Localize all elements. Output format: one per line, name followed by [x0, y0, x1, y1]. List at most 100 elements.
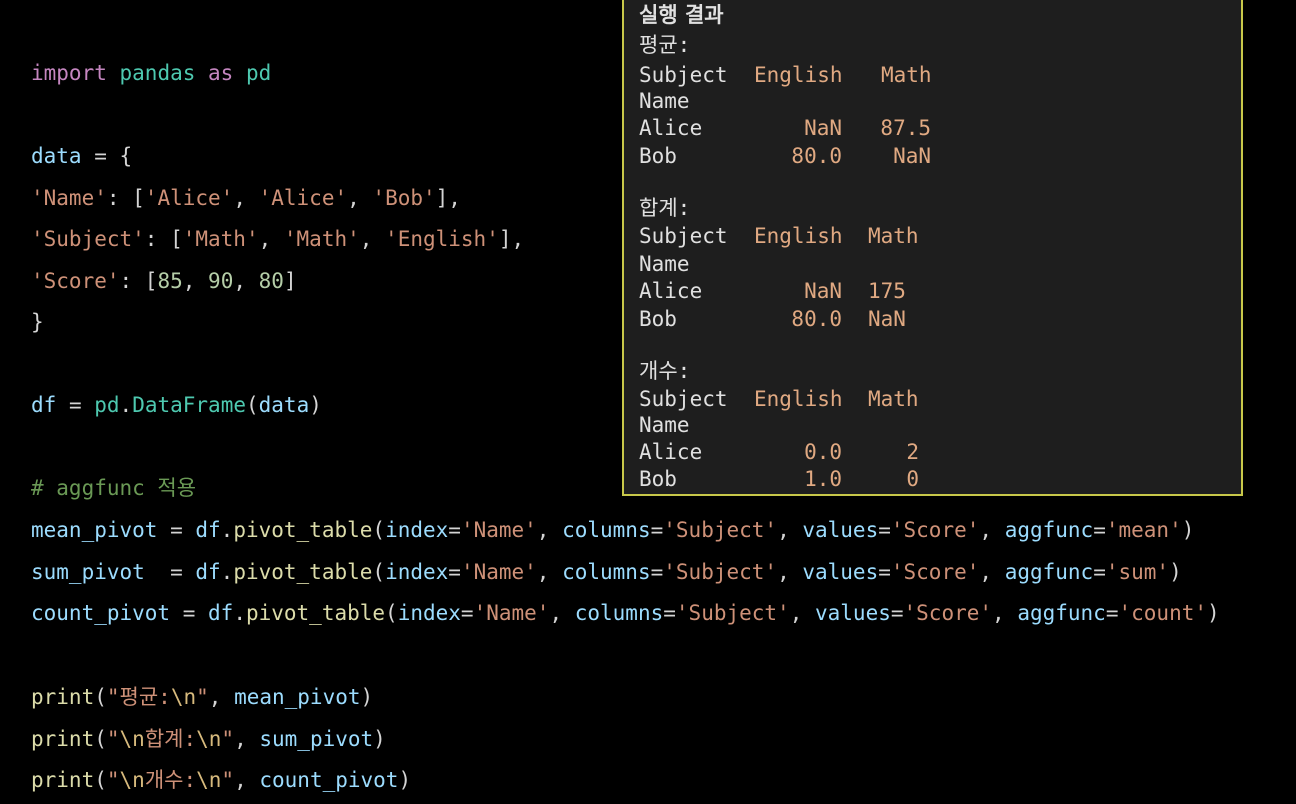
code-token: 'Name' [473, 601, 550, 625]
code-token: ], [498, 227, 525, 251]
code-token: 'Score' [903, 601, 993, 625]
cell-value: 2 [906, 440, 919, 464]
code-token: = [878, 560, 891, 584]
code-token: ] [283, 269, 297, 293]
code-token: pandas [119, 61, 196, 85]
table-row: Alice 0.0 2 [639, 439, 919, 466]
code-token: aggfunc [1004, 518, 1094, 542]
code-token: "평균: [106, 685, 171, 709]
row-label: Bob [639, 307, 677, 331]
code-token: : [ [119, 269, 158, 293]
code-token: index [385, 560, 449, 584]
row-label: Alice [639, 279, 703, 303]
code-token: data [31, 144, 82, 168]
code-token: = [56, 393, 95, 417]
code-token: 'count' [1118, 601, 1208, 625]
code-token: ( [94, 768, 107, 792]
code-line-print-sum: print("\n합계:\n", sum_pivot) [31, 724, 386, 754]
code-token: mean_pivot [31, 518, 158, 542]
code-token: pd [94, 393, 120, 417]
code-token: , [789, 601, 815, 625]
code-token: " [106, 727, 120, 751]
header-label: Subject [639, 224, 728, 248]
code-token: " [106, 768, 120, 792]
sum-header-row: Subject English Math [639, 223, 919, 250]
code-line-data-close: } [31, 307, 44, 337]
cell-value: NaN [804, 279, 842, 303]
code-token: = { [81, 144, 133, 168]
code-token: sum_pivot [259, 727, 374, 751]
code-token: ( [372, 518, 386, 542]
code-token: ) [373, 727, 386, 751]
code-line-import: import pandas as pd [31, 58, 271, 88]
row-label: Bob [639, 467, 677, 491]
code-token: . [119, 393, 133, 417]
code-token: = [1105, 601, 1119, 625]
code-token: values [802, 560, 879, 584]
code-token: columns [574, 601, 664, 625]
code-token: count_pivot [259, 768, 399, 792]
code-token: import [31, 61, 107, 85]
mean-header-row: Subject English Math [639, 62, 932, 89]
code-line-name: 'Name': ['Alice', 'Alice', 'Bob'], [31, 183, 461, 213]
code-token: , [549, 601, 575, 625]
cell-value: 1.0 [804, 467, 842, 491]
code-token: = [878, 518, 891, 542]
code-token: aggfunc [1004, 560, 1094, 584]
code-token: ) [309, 393, 322, 417]
code-token: ( [94, 685, 107, 709]
code-comment: # aggfunc 적용 [31, 476, 197, 500]
code-token: } [31, 310, 44, 334]
sum-heading: 합계: [639, 196, 691, 220]
code-token: 'Math' [283, 227, 360, 251]
cell-value: 80.0 [791, 144, 842, 168]
code-token: " [221, 768, 235, 792]
code-token: index [385, 518, 449, 542]
code-line-data-open: data = { [31, 141, 132, 171]
code-token: print [31, 685, 95, 709]
code-line-print-count: print("\n개수:\n", count_pivot) [31, 765, 411, 795]
code-token: 'Score' [890, 518, 980, 542]
code-token: , [182, 269, 209, 293]
header-label: Subject [639, 387, 728, 411]
count-header-row: Subject English Math [639, 386, 919, 413]
code-line-dataframe: df = pd.DataFrame(data) [31, 390, 322, 420]
code-token: df [31, 393, 57, 417]
code-token: columns [562, 518, 651, 542]
row-label: Alice [639, 116, 703, 140]
code-token: . [233, 601, 246, 625]
code-token: " [221, 727, 235, 751]
code-line-subject: 'Subject': ['Math', 'Math', 'English'], [31, 224, 524, 254]
code-line-mean-pivot: mean_pivot = df.pivot_table(index='Name'… [31, 515, 1194, 545]
code-token: pivot_table [233, 518, 373, 542]
code-token: 개수: [144, 768, 197, 792]
code-token: df [195, 518, 221, 542]
cell-value: NaN [893, 144, 931, 168]
table-row: Alice NaN 87.5 [639, 115, 931, 142]
code-token: 'Math' [182, 227, 259, 251]
cell-value: NaN [804, 116, 842, 140]
code-token: 'Score' [890, 560, 980, 584]
code-token: , [979, 518, 1005, 542]
code-token: , [536, 560, 563, 584]
code-token: , [233, 186, 259, 210]
code-token: , [992, 601, 1018, 625]
code-token: values [802, 518, 879, 542]
code-token: \n [170, 685, 197, 709]
code-token: mean_pivot [234, 685, 361, 709]
code-token: 'Bob' [372, 186, 436, 210]
code-token: print [31, 727, 95, 751]
code-token: . [220, 560, 234, 584]
code-token: \n [196, 727, 222, 751]
code-token: , [234, 768, 260, 792]
code-token: print [31, 768, 95, 792]
code-token: 'Name' [460, 518, 537, 542]
count-heading: 개수: [639, 359, 691, 383]
code-token: = [157, 518, 196, 542]
code-token: index [397, 601, 461, 625]
code-token: count_pivot [31, 601, 171, 625]
code-token: 'mean' [1105, 518, 1182, 542]
count-index-name: Name [639, 413, 690, 437]
code-line-score: 'Score': [85, 90, 80] [31, 266, 297, 296]
code-token: ( [385, 601, 398, 625]
